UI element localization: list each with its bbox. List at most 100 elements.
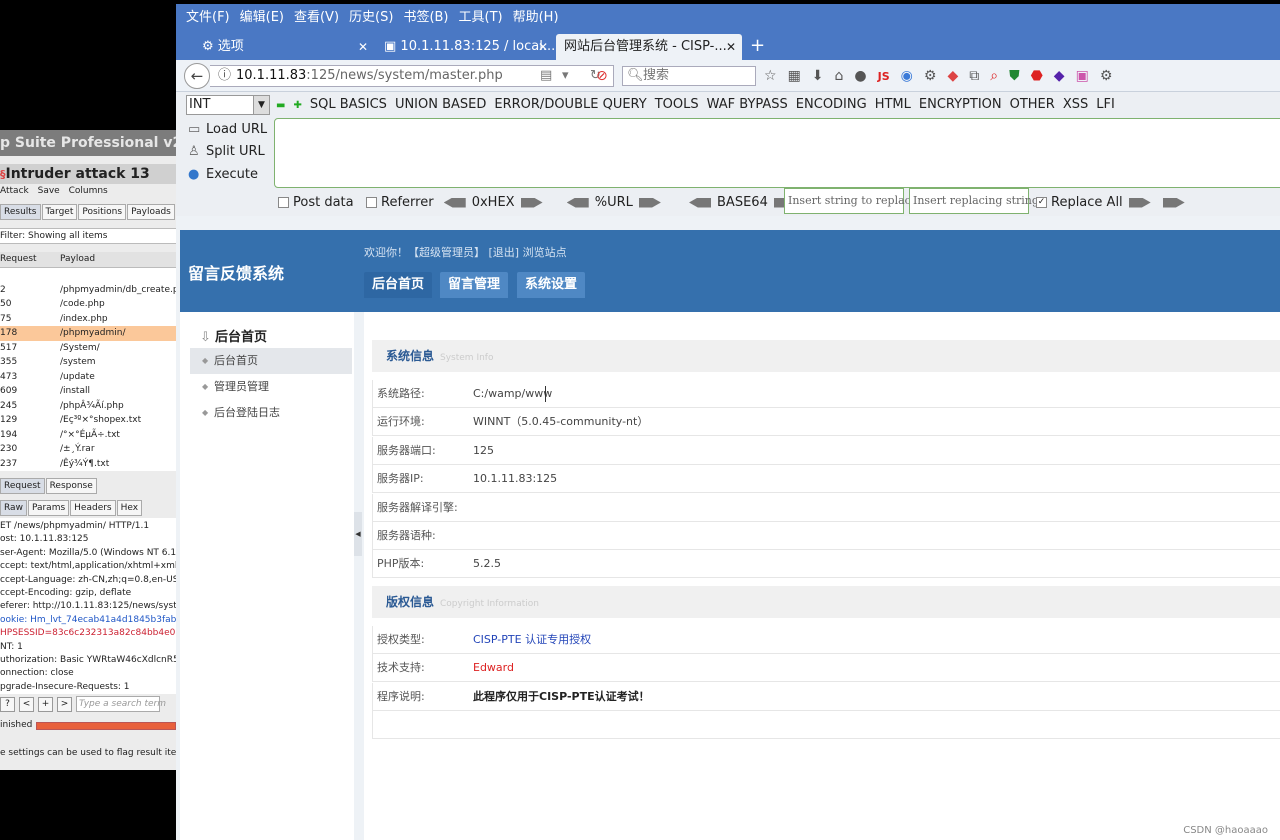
welcome-text[interactable]: 欢迎你！【超级管理员】 [退出] 浏览站点 <box>364 244 567 260</box>
extension-icon[interactable]: ▣ <box>1076 66 1089 86</box>
star-icon[interactable]: ☆ <box>764 66 777 86</box>
result-row[interactable] <box>0 268 176 283</box>
close-icon[interactable]: ✕ <box>358 34 368 60</box>
menu-help[interactable]: 帮助(H) <box>513 10 559 25</box>
sidebar-item-login-log[interactable]: ◆ 后台登陆日志 <box>190 400 352 426</box>
addon-icon[interactable]: ● <box>854 66 866 86</box>
reader-icon[interactable]: ▤ <box>540 66 552 86</box>
sidebar-item-admins[interactable]: ◆ 管理员管理 <box>190 374 352 400</box>
menu-encoding[interactable]: ENCODING <box>796 97 867 112</box>
search-input[interactable]: Type a search term <box>76 696 166 712</box>
results-filter[interactable]: Filter: Showing all items <box>0 228 176 244</box>
menu-save[interactable]: Save <box>38 186 60 196</box>
tab-raw[interactable]: Raw <box>0 500 27 516</box>
menu-other[interactable]: OTHER <box>1010 97 1055 112</box>
settings-icon[interactable]: ⚙ <box>1100 66 1113 86</box>
menu-tools[interactable]: TOOLS <box>655 97 699 112</box>
split-url-button[interactable]: ♙ Split URL <box>188 144 265 159</box>
result-row[interactable]: 75/index.php <box>0 312 176 327</box>
base64-decode-button[interactable] <box>689 197 712 208</box>
result-row[interactable]: 355/system <box>0 355 176 370</box>
referrer-checkbox[interactable] <box>366 197 378 208</box>
result-row[interactable]: 194 /°×°ÉµÃ÷.txt <box>0 428 176 443</box>
post-data-checkbox[interactable] <box>278 197 289 208</box>
request-body[interactable]: ET /news/phpmyadmin/ HTTP/1.1 ost: 10.1.1… <box>0 518 176 694</box>
back-button[interactable]: ← <box>184 63 210 89</box>
collapse-sidebar-button[interactable]: ◀ <box>354 512 362 556</box>
tab-results[interactable]: Results <box>0 204 41 220</box>
new-tab-button[interactable]: + <box>750 32 765 60</box>
next-button[interactable]: > <box>57 697 72 712</box>
menu-attack[interactable]: Attack <box>0 186 29 196</box>
result-row[interactable]: 178/phpmyadmin/ <box>0 326 176 341</box>
url-bar[interactable]: ⓘ 10.1.11.83:125/news/system/master.php … <box>210 65 614 87</box>
replace-button[interactable] <box>1128 197 1151 208</box>
menu-xss[interactable]: XSS <box>1063 97 1088 112</box>
home-icon[interactable]: ⌂ <box>835 66 844 86</box>
menu-lfi[interactable]: LFI <box>1096 97 1115 112</box>
tab-target[interactable]: Target <box>41 204 78 220</box>
tab-options[interactable]: ⚙ 选项 ✕ <box>194 34 374 60</box>
tab-request[interactable]: Request <box>0 478 45 494</box>
result-row[interactable]: 2/phpmyadmin/db_create.php <box>0 283 176 298</box>
tab-params[interactable]: Params <box>27 500 70 516</box>
gear-icon[interactable]: ⚙ <box>924 66 937 86</box>
tab-response[interactable]: Response <box>45 478 97 494</box>
menu-waf-bypass[interactable]: WAF BYPASS <box>707 97 788 112</box>
chevron-down-icon[interactable]: ▾ <box>562 66 569 86</box>
execute-button[interactable]: ● Execute <box>188 167 258 182</box>
type-select[interactable]: INT ▼ <box>186 95 270 115</box>
result-row[interactable]: 609/install <box>0 384 176 399</box>
menu-columns[interactable]: Columns <box>69 186 108 196</box>
tab-payloads[interactable]: Payloads <box>127 204 175 220</box>
sidebar-item-home[interactable]: ◆ 后台首页 <box>190 348 352 374</box>
replace-all-button[interactable] <box>1162 197 1185 208</box>
replace-all-checkbox[interactable]: ✓ <box>1036 197 1047 208</box>
close-icon[interactable]: ✕ <box>726 34 736 60</box>
col-payload[interactable]: Payload <box>60 252 95 266</box>
url-textarea[interactable] <box>274 118 1280 188</box>
result-row[interactable]: 230 /±¸Ý.rar <box>0 442 176 457</box>
url-decode-button[interactable] <box>566 197 589 208</box>
menu-edit[interactable]: 编辑(E) <box>240 10 284 25</box>
menu-sql-basics[interactable]: SQL BASICS <box>310 97 387 112</box>
noscript-icon[interactable]: ⊘ <box>596 68 608 84</box>
col-request[interactable]: Request <box>0 252 37 266</box>
replacing-string-input[interactable]: Insert replacing string <box>909 188 1039 214</box>
menu-history[interactable]: 历史(S) <box>349 10 393 25</box>
menu-error-double-query[interactable]: ERROR/DOUBLE QUERY <box>494 97 646 112</box>
hex-encode-button[interactable] <box>520 197 543 208</box>
replace-string-input[interactable]: Insert string to replace <box>784 188 917 214</box>
nav-settings[interactable]: 系统设置 <box>517 272 585 298</box>
load-url-button[interactable]: ▭ Load URL <box>188 122 267 137</box>
menu-view[interactable]: 查看(V) <box>294 10 339 25</box>
chevron-down-icon[interactable]: ▼ <box>253 96 269 114</box>
nav-messages[interactable]: 留言管理 <box>440 272 508 298</box>
menu-html[interactable]: HTML <box>875 97 911 112</box>
diamond-icon[interactable]: ◆ <box>1054 66 1065 86</box>
js-icon[interactable]: JS <box>878 67 890 87</box>
menu-union-based[interactable]: UNION BASED <box>395 97 486 112</box>
menu-encryption[interactable]: ENCRYPTION <box>919 97 1002 112</box>
menu-file[interactable]: 文件(F) <box>186 10 230 25</box>
download-icon[interactable]: ⬇ <box>812 66 824 86</box>
nav-home[interactable]: 后台首页 <box>364 272 432 298</box>
shield-icon[interactable]: ⛊ <box>1009 66 1020 86</box>
tab-hex[interactable]: Hex <box>116 500 143 516</box>
result-row[interactable]: 237/Êý¾Ý¶.txt <box>0 457 176 472</box>
adblock-icon[interactable]: ⬣ <box>1031 66 1043 86</box>
library-icon[interactable]: ▦ <box>788 66 801 86</box>
close-icon[interactable]: ✕ <box>538 34 548 60</box>
result-row[interactable]: 473/update <box>0 370 176 385</box>
tab-headers[interactable]: Headers <box>70 500 116 516</box>
copy-icon[interactable]: ⧉ <box>969 66 979 86</box>
hex-decode-button[interactable] <box>443 197 466 208</box>
zoom-icon[interactable]: ⌕ <box>990 66 998 86</box>
tab-positions[interactable]: Positions <box>78 204 127 220</box>
tab-phpmyadmin[interactable]: ▣ 10.1.11.83:125 / local... ✕ <box>376 34 554 60</box>
menu-bookmarks[interactable]: 书签(B) <box>403 10 448 25</box>
result-row[interactable]: 517/System/ <box>0 341 176 356</box>
hackbar-icon[interactable]: ◆ <box>947 66 958 86</box>
url-encode-button[interactable] <box>638 197 661 208</box>
prev-button[interactable]: < <box>19 697 34 712</box>
